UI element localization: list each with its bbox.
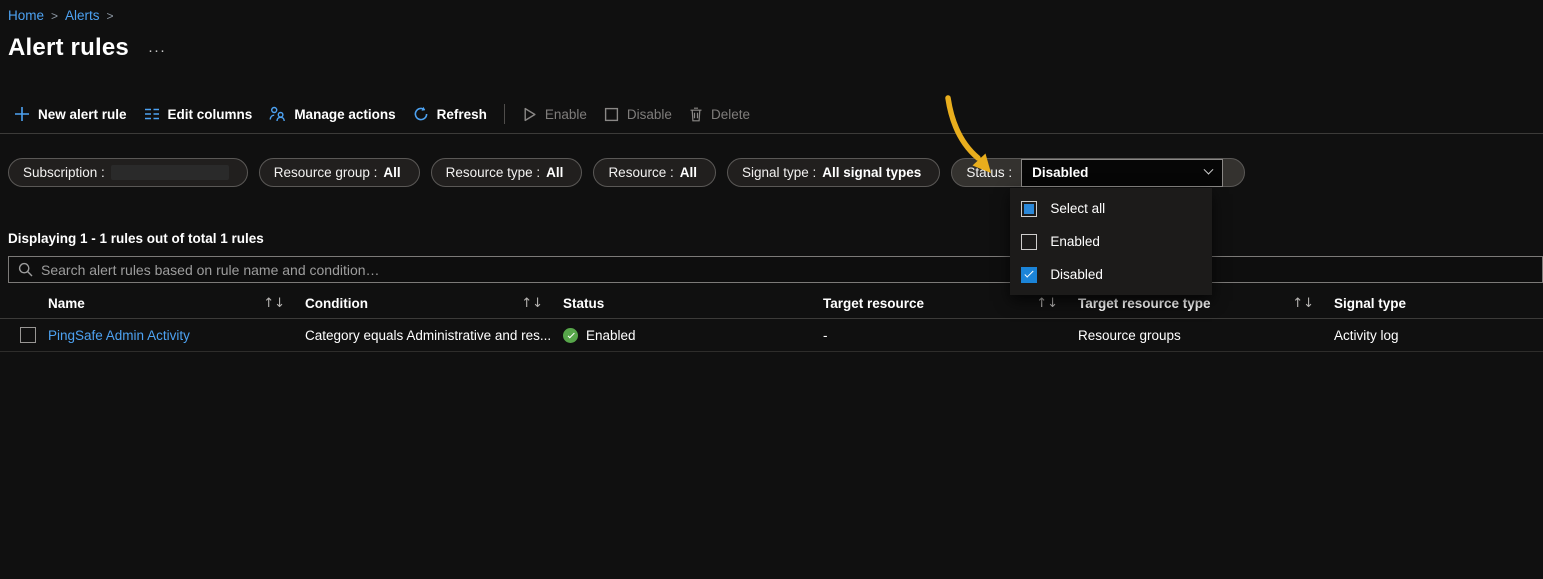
rule-name-link[interactable]: PingSafe Admin Activity: [48, 328, 190, 343]
refresh-icon: [413, 106, 429, 122]
dropdown-option-enabled[interactable]: Enabled: [1010, 225, 1212, 258]
table-header-row: Name ↑↓ Condition ↑↓ Status Target resou…: [0, 289, 1543, 319]
manage-actions-button[interactable]: Manage actions: [269, 106, 395, 122]
search-box: [8, 256, 1543, 283]
name-cell: PingSafe Admin Activity: [48, 328, 305, 343]
status-selected-value: Disabled: [1032, 165, 1088, 180]
filter-pill-signal-type[interactable]: Signal type : All signal types: [727, 158, 940, 187]
row-select-cell: [0, 327, 48, 343]
condition-cell: Category equals Administrative and res..…: [305, 328, 563, 343]
chevron-down-icon: [1204, 165, 1214, 175]
dropdown-option-label: Enabled: [1050, 234, 1100, 249]
filter-label: Signal type :: [742, 165, 816, 180]
refresh-button[interactable]: Refresh: [413, 106, 487, 122]
sort-icon[interactable]: ↑↓: [263, 296, 285, 311]
page-title: Alert rules: [8, 34, 129, 62]
edit-columns-icon: [144, 106, 160, 122]
filter-bar: Subscription : Resource group : All Reso…: [8, 158, 1245, 187]
breadcrumb-separator: >: [107, 9, 114, 23]
search-icon: [18, 262, 33, 277]
sort-icon[interactable]: ↑↓: [521, 296, 543, 311]
filter-label: Subscription :: [23, 165, 105, 180]
filter-value: All signal types: [822, 165, 921, 180]
manage-actions-label: Manage actions: [294, 107, 395, 122]
edit-columns-button[interactable]: Edit columns: [144, 106, 253, 122]
status-dropdown-menu: Select all Enabled Disabled: [1010, 188, 1212, 295]
filter-value: All: [383, 165, 400, 180]
column-header-status[interactable]: Status: [563, 296, 823, 311]
filter-pill-resource-type[interactable]: Resource type : All: [431, 158, 583, 187]
filter-pill-subscription[interactable]: Subscription :: [8, 158, 248, 187]
command-bar: New alert rule Edit columns Manage actio…: [14, 100, 750, 128]
breadcrumb-home-link[interactable]: Home: [8, 8, 44, 23]
sort-icon[interactable]: ↑↓: [1036, 296, 1058, 311]
filter-value: All: [680, 165, 697, 180]
toolbar-separator: [0, 133, 1543, 134]
filter-pill-resource[interactable]: Resource : All: [593, 158, 716, 187]
breadcrumb-separator: >: [51, 9, 58, 23]
refresh-label: Refresh: [437, 107, 487, 122]
plus-icon: [14, 106, 30, 122]
results-summary: Displaying 1 - 1 rules out of total 1 ru…: [8, 231, 264, 246]
column-label: Name: [48, 296, 85, 311]
filter-pill-status[interactable]: Status : Disabled Select all Enabled Dis…: [951, 158, 1245, 187]
dropdown-option-label: Select all: [1050, 201, 1105, 216]
filter-label: Resource type :: [446, 165, 541, 180]
breadcrumb-alerts-link[interactable]: Alerts: [65, 8, 100, 23]
column-header-target-resource-type[interactable]: Target resource type ↑↓: [1078, 296, 1334, 311]
enable-label: Enable: [545, 107, 587, 122]
dropdown-option-label: Disabled: [1050, 267, 1103, 282]
column-header-target-resource[interactable]: Target resource ↑↓: [823, 296, 1078, 311]
filter-label: Resource :: [608, 165, 673, 180]
manage-actions-icon: [269, 106, 286, 122]
status-select[interactable]: Disabled: [1021, 159, 1223, 187]
checkbox-indeterminate-icon[interactable]: [1021, 201, 1037, 217]
checkbox-unchecked-icon[interactable]: [1021, 234, 1037, 250]
checkbox-checked-icon[interactable]: [1021, 267, 1037, 283]
sort-icon[interactable]: ↑↓: [1292, 296, 1314, 311]
disable-button[interactable]: Disable: [604, 107, 672, 122]
status-text: Enabled: [586, 328, 636, 343]
enabled-check-icon: [563, 328, 578, 343]
column-label: Target resource type: [1078, 296, 1211, 311]
column-label: Status: [563, 296, 604, 311]
delete-button[interactable]: Delete: [689, 107, 750, 122]
filter-pill-resource-group[interactable]: Resource group : All: [259, 158, 420, 187]
target-resource-type-cell: Resource groups: [1078, 328, 1334, 343]
new-alert-rule-label: New alert rule: [38, 107, 127, 122]
column-header-name[interactable]: Name ↑↓: [48, 296, 305, 311]
dropdown-option-disabled[interactable]: Disabled: [1010, 258, 1212, 291]
new-alert-rule-button[interactable]: New alert rule: [14, 106, 127, 122]
edit-columns-label: Edit columns: [168, 107, 253, 122]
status-cell: Enabled: [563, 328, 823, 343]
target-resource-cell: -: [823, 328, 1078, 343]
row-checkbox[interactable]: [20, 327, 36, 343]
play-icon: [522, 107, 537, 122]
column-label: Signal type: [1334, 296, 1406, 311]
signal-type-cell: Activity log: [1334, 328, 1543, 343]
toolbar-divider: [504, 104, 505, 124]
filter-label: Status :: [966, 165, 1012, 180]
stop-icon: [604, 107, 619, 122]
dropdown-option-select-all[interactable]: Select all: [1010, 192, 1212, 225]
column-header-signal-type[interactable]: Signal type: [1334, 296, 1543, 311]
alert-rules-table: Name ↑↓ Condition ↑↓ Status Target resou…: [0, 289, 1543, 352]
column-header-condition[interactable]: Condition ↑↓: [305, 296, 563, 311]
filter-value: All: [546, 165, 563, 180]
enable-button[interactable]: Enable: [522, 107, 587, 122]
column-label: Target resource: [823, 296, 924, 311]
filter-label: Resource group :: [274, 165, 378, 180]
trash-icon: [689, 107, 703, 122]
column-label: Condition: [305, 296, 368, 311]
title-overflow-menu[interactable]: ···: [148, 42, 166, 59]
table-row: PingSafe Admin Activity Category equals …: [0, 319, 1543, 352]
search-input[interactable]: [41, 262, 1533, 278]
disable-label: Disable: [627, 107, 672, 122]
redacted-subscription-value: [111, 165, 229, 180]
breadcrumb: Home > Alerts >: [8, 8, 114, 23]
delete-label: Delete: [711, 107, 750, 122]
